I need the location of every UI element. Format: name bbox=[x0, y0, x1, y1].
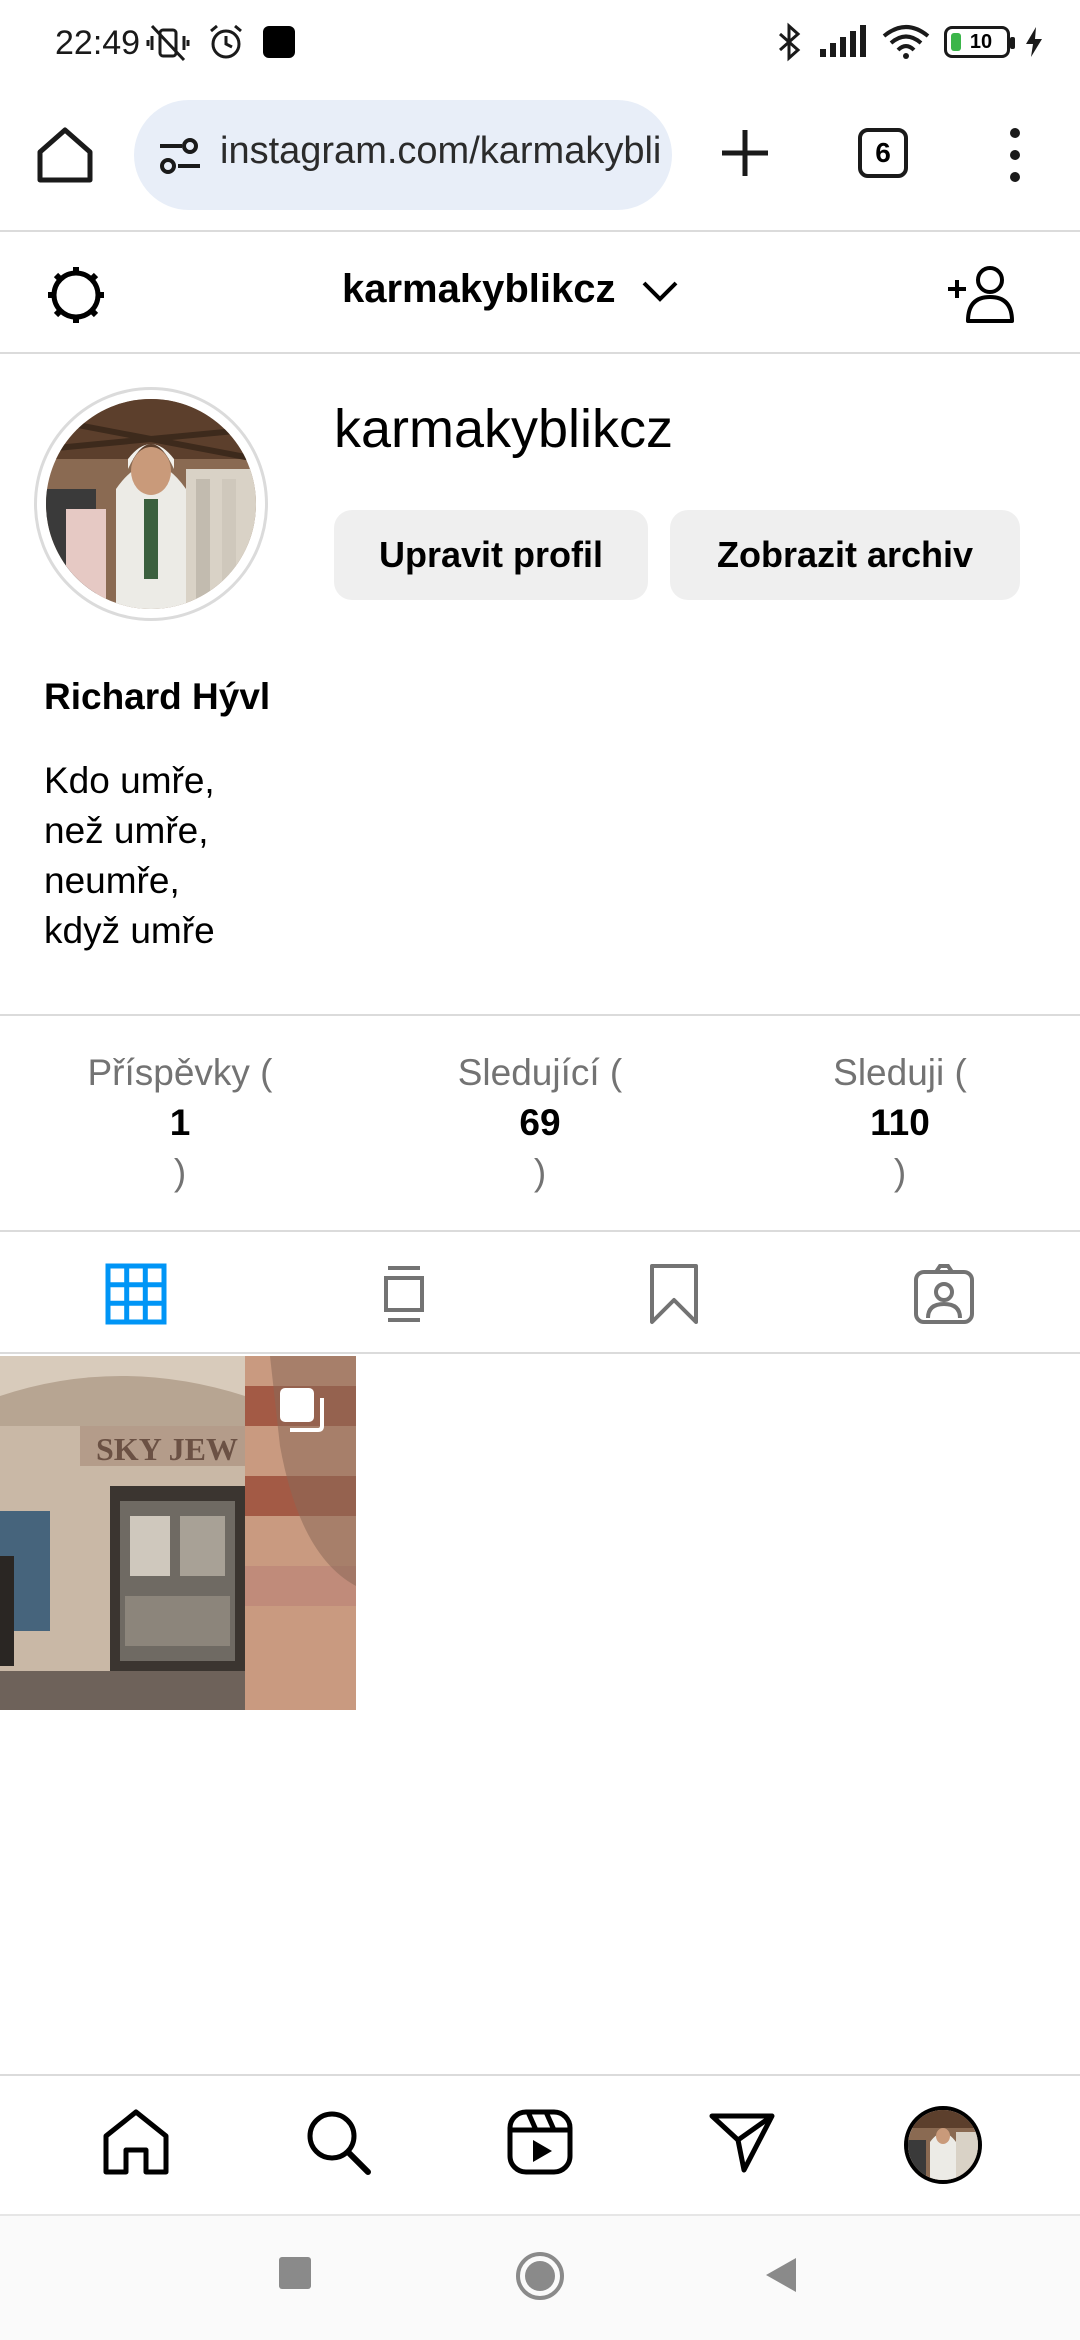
stat-following[interactable]: Sleduji ( 110 ) bbox=[750, 1048, 1050, 1198]
profile-avatar-ring[interactable] bbox=[34, 387, 268, 621]
saved-icon[interactable] bbox=[642, 1262, 706, 1326]
bottom-navigation bbox=[0, 2074, 1080, 2212]
browser-toolbar: instagram.com/karmakyblikcz 6 bbox=[0, 90, 1080, 230]
tagged-icon[interactable] bbox=[912, 1262, 976, 1326]
edit-profile-button[interactable]: Upravit profil bbox=[334, 510, 648, 600]
alarm-icon bbox=[210, 24, 242, 59]
view-archive-button[interactable]: Zobrazit archiv bbox=[670, 510, 1020, 600]
stat-value: 1 bbox=[169, 1102, 191, 1143]
bio-line: než umře, bbox=[44, 810, 209, 851]
stat-followers[interactable]: Sledující ( 69 ) bbox=[390, 1048, 690, 1198]
mute-vibrate-icon bbox=[146, 24, 190, 62]
new-tab-plus-icon[interactable] bbox=[716, 124, 774, 182]
chevron-down-icon[interactable] bbox=[640, 275, 680, 305]
profile-full-name: Richard Hývl bbox=[44, 676, 271, 717]
stat-close: ) bbox=[893, 1152, 907, 1193]
stat-label: Příspěvky ( bbox=[87, 1052, 273, 1093]
recents-square-icon[interactable] bbox=[278, 2256, 312, 2290]
charging-icon bbox=[1026, 27, 1042, 57]
stat-close: ) bbox=[173, 1152, 187, 1193]
feed-icon[interactable] bbox=[372, 1262, 436, 1326]
stat-value: 69 bbox=[519, 1102, 561, 1143]
settings-icon[interactable] bbox=[44, 263, 108, 327]
notification-square-icon bbox=[263, 26, 295, 58]
bio-line: Kdo umře, bbox=[44, 760, 215, 801]
status-bar: 22:49 10 bbox=[0, 0, 1080, 90]
instagram-header: karmakyblikcz bbox=[0, 233, 1080, 353]
signal-icon bbox=[820, 25, 866, 57]
nav-avatar-photo bbox=[908, 2110, 978, 2180]
add-user-icon[interactable] bbox=[946, 263, 1018, 325]
search-icon[interactable] bbox=[302, 2106, 374, 2178]
url-text[interactable]: instagram.com/karmakyblikcz bbox=[220, 130, 660, 173]
reels-icon[interactable] bbox=[504, 2106, 576, 2178]
status-time: 22:49 bbox=[55, 24, 141, 62]
direct-icon[interactable] bbox=[706, 2106, 778, 2178]
bluetooth-icon bbox=[779, 22, 801, 62]
profile-stats: Příspěvky ( 1 ) Sledující ( 69 ) Sleduji… bbox=[0, 1016, 1080, 1230]
stat-label: Sleduji ( bbox=[833, 1052, 967, 1093]
stat-value: 110 bbox=[870, 1102, 930, 1143]
home-icon[interactable] bbox=[100, 2106, 172, 2178]
divider bbox=[0, 230, 1080, 232]
nav-avatar-image[interactable] bbox=[904, 2106, 982, 2184]
battery-level: 10 bbox=[969, 30, 993, 53]
battery-icon: 10 bbox=[944, 26, 1015, 58]
header-username[interactable]: karmakyblikcz bbox=[342, 267, 616, 312]
system-navigation-bar bbox=[0, 2214, 1080, 2340]
status-icons-left bbox=[146, 22, 296, 62]
tab-count: 6 bbox=[875, 137, 891, 168]
profile-bio: Kdo umře, než umře, neumře, když umře bbox=[44, 756, 215, 956]
stat-close: ) bbox=[533, 1152, 547, 1193]
account-switcher[interactable]: karmakyblikcz bbox=[342, 267, 680, 312]
profile-avatar[interactable] bbox=[904, 2106, 982, 2184]
site-settings-icon[interactable] bbox=[156, 134, 204, 178]
wifi-icon bbox=[882, 25, 930, 59]
profile-tabs bbox=[0, 1232, 1080, 1354]
home-circle-icon[interactable] bbox=[514, 2250, 566, 2302]
profile-username: karmakyblikcz bbox=[334, 399, 674, 459]
divider bbox=[0, 1352, 1080, 1354]
avatar-photo bbox=[46, 399, 256, 609]
more-vert-icon[interactable] bbox=[1000, 124, 1030, 186]
stat-posts[interactable]: Příspěvky ( 1 ) bbox=[30, 1048, 330, 1198]
status-icons-right: 10 bbox=[776, 22, 1044, 62]
home-icon[interactable] bbox=[34, 124, 96, 186]
tabs-icon[interactable]: 6 bbox=[858, 128, 908, 178]
stat-label: Sledující ( bbox=[457, 1052, 623, 1093]
post-thumbnail[interactable]: SKY JEW bbox=[0, 1356, 356, 1710]
divider bbox=[0, 352, 1080, 354]
grid-icon[interactable] bbox=[104, 1262, 168, 1326]
profile-avatar[interactable] bbox=[46, 399, 256, 609]
bio-line: neumře, bbox=[44, 860, 180, 901]
back-triangle-icon[interactable] bbox=[764, 2256, 798, 2294]
address-bar[interactable]: instagram.com/karmakyblikcz bbox=[134, 100, 672, 210]
carousel-icon bbox=[280, 1388, 324, 1432]
post-sign-text: SKY JEW bbox=[96, 1431, 238, 1467]
bio-line: když umře bbox=[44, 910, 215, 951]
